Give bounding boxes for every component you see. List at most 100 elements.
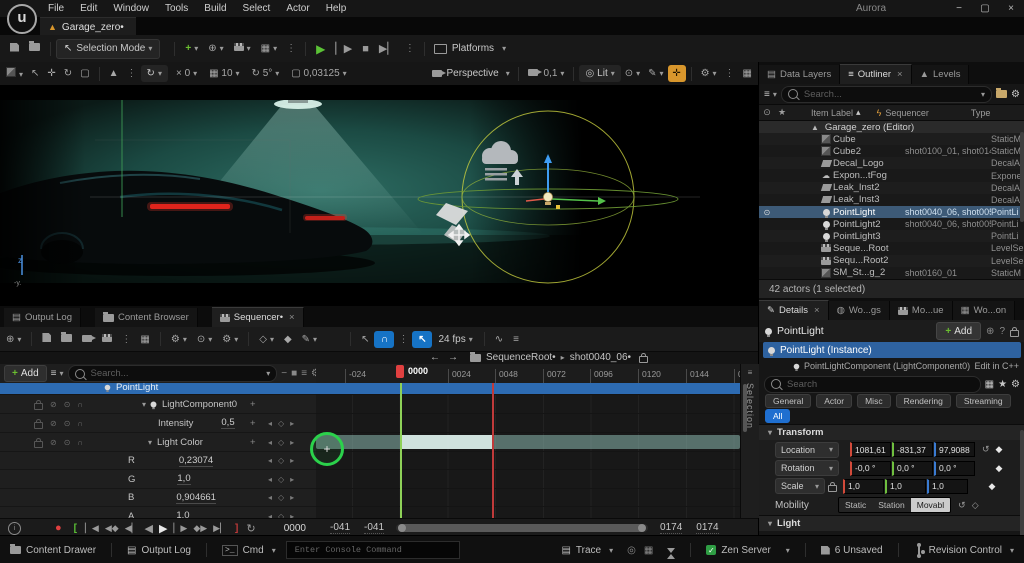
details-settings-icon[interactable]: ⚙ [1011,379,1020,390]
snap-options-icon[interactable]: ⋮ [398,334,408,345]
unsaved-button[interactable]: 6 Unsaved [811,536,893,563]
working-range-start-field[interactable]: -041 [330,522,350,534]
loop-button[interactable]: ↻ [246,522,255,535]
track-filters-icon[interactable]: ≡ [513,334,519,345]
outliner-row[interactable]: ⊙ Cube2 shot0100_01, shot014 StaticM [759,145,1024,157]
grid-snap-group[interactable]: ▦ 10▾ [209,68,239,79]
scale-keyframe-icon[interactable]: ◆ [989,481,996,492]
r-value[interactable]: 0,23074 [179,455,213,467]
snap-toggle[interactable]: ∩ [374,331,394,348]
intensity-value[interactable]: 0,5 [221,417,234,429]
blueprint-icon[interactable]: ⊕ [986,326,994,337]
viewport[interactable]: z -y. [0,85,758,305]
rotation-z-field[interactable]: 0,0 ° [934,461,975,476]
trace-dropdown[interactable]: ▤ Trace ▾ [551,536,623,563]
chip-general[interactable]: General [765,394,811,408]
working-range-end-field[interactable]: 0174 [696,522,718,534]
rotation-y-field[interactable]: 0,0 ° [892,461,933,476]
viewport-overflow-icon[interactable]: ⋮ [725,68,735,79]
menu-select[interactable]: Select [235,0,279,17]
track-color-r[interactable]: R 0,23074 ◂◇▸ [0,452,316,470]
reset-location-icon[interactable]: ↺ [982,444,990,455]
cinematics-dropdown[interactable]: ▾ [234,43,251,54]
a-value[interactable]: 1,0 [176,510,189,518]
details-component-row[interactable]: PointLightComponent (LightComponent0) Ed… [759,358,1024,374]
game-view-toggle[interactable]: ✛ [668,65,686,82]
screenshot-icon[interactable]: ▦ [644,545,653,556]
prev-key-button[interactable]: ◀◆ [105,523,119,534]
add-component-button[interactable]: + Add [936,322,981,340]
mark-in-button[interactable]: [ [74,523,77,534]
view-modes-dropdown[interactable]: ✎▾ [648,68,663,79]
move-tool-icon[interactable]: ✛ [47,68,55,79]
outliner-row[interactable]: ⊙ Leak_Inst2 DecalA [759,182,1024,194]
g-value[interactable]: 1,0 [177,473,190,485]
restore-button[interactable]: ▢ [972,3,998,14]
type-column[interactable]: Type [971,108,991,118]
platforms-dropdown[interactable]: Platforms ▾ [434,43,506,54]
show-flags-dropdown[interactable]: ⊙▾ [625,68,640,79]
scale-y-field[interactable]: 1,0 [885,479,926,494]
details-instance-row[interactable]: PointLight (Instance) [763,342,1021,358]
track-search[interactable]: ▾ [68,365,278,382]
visibility-eye-icon[interactable]: ⊙ [759,208,775,217]
menu-edit[interactable]: Edit [72,0,105,17]
step-back-button[interactable]: ◀▏ [125,523,139,534]
tab-content-browser[interactable]: Content Browser [95,308,198,327]
eject-button[interactable]: ▶▏ [379,42,396,55]
location-x-field[interactable]: 1081,61 [850,442,891,457]
tab-movie-queue[interactable]: Mo...ue [890,301,953,320]
chip-all[interactable]: All [765,409,790,423]
rotation-x-field[interactable]: -0,0 ° [850,461,891,476]
timeline-scrollbar[interactable] [743,384,747,432]
snap-playhead-toggle[interactable]: ↖ [412,331,432,348]
fps-dropdown[interactable]: 24 fps▾ [438,334,472,345]
select-edit-icon[interactable]: ↖ [361,334,369,345]
item-label-column[interactable]: Item Label [811,108,853,118]
tab-output-log[interactable]: ▤ Output Log [4,308,81,327]
world-dropdown[interactable]: ⊕▾ [6,334,21,345]
sequence-lock-icon[interactable] [639,356,648,363]
curve-editor-icon[interactable]: ∿ [495,334,503,345]
create-camera-icon[interactable] [82,334,92,345]
record-button[interactable]: ● [55,522,62,534]
playhead-line[interactable] [400,383,402,518]
timeline-ruler[interactable]: -024 0024 0048 0072 0096 0120 0144 016 0… [316,364,740,384]
mark-out-button[interactable]: ] [235,523,238,534]
content-drawer-button[interactable]: Content Drawer [0,536,106,563]
breadcrumb-shot[interactable]: shot0040_06• [570,352,631,363]
light-color-section[interactable] [316,435,740,449]
playback-options-dropdown[interactable]: ⚙▾ [222,334,238,345]
tab-levels[interactable]: ▲ Levels [912,65,970,84]
filter-icon[interactable]: ≡▾ [764,89,777,100]
pilot-icon[interactable]: ▲ [109,68,119,79]
outliner-row[interactable]: ⊙ ☁ Expon...tFog Expone [759,169,1024,181]
transform-tools-dropdown[interactable]: ▾ [6,67,23,80]
keyframe-options-dropdown[interactable]: ◇▾ [259,334,274,345]
environment-dropdown[interactable]: ▦▾ [261,43,277,54]
add-track-button[interactable]: + Add [4,365,47,382]
world-space-dropdown[interactable]: ↻▾ [141,65,168,82]
save-icon[interactable] [10,43,19,55]
scale-x-field[interactable]: 1,0 [843,479,884,494]
outliner-row[interactable]: ⊙ Decal_Logo DecalA [759,157,1024,169]
reset-mobility-icon[interactable]: ↺ [958,500,966,511]
chip-streaming[interactable]: Streaming [956,394,1011,408]
track-filter-icon[interactable]: ≡▾ [51,368,64,379]
add-keyframe-icon[interactable]: ◇ [278,419,284,428]
step-forward-button[interactable]: ▏▶ [173,523,187,534]
favorites-icon[interactable]: ★ [998,379,1007,390]
new-folder-icon[interactable] [996,90,1007,98]
edit-options-dropdown[interactable]: ✎▾ [302,334,317,345]
edit-in-cpp-link[interactable]: Edit in C++ [974,361,1019,371]
track-color-a[interactable]: A 1,0 ◂◇▸ [0,507,316,518]
to-start-button[interactable]: ▏◀ [85,523,99,534]
track-color-b[interactable]: B 0,904661 ◂◇▸ [0,489,316,507]
nav-forward-icon[interactable]: → [448,352,458,363]
rotate-tool-icon[interactable]: ↻ [64,68,72,79]
close-details-icon[interactable]: × [814,305,820,316]
viewport-tool-overflow[interactable]: ⋮ [127,68,137,79]
select-tool-icon[interactable]: ↖ [31,68,39,79]
add-key-target-icon[interactable]: + [323,442,330,456]
outliner-row[interactable]: ⊙ PointLight3 PointLi [759,230,1024,242]
